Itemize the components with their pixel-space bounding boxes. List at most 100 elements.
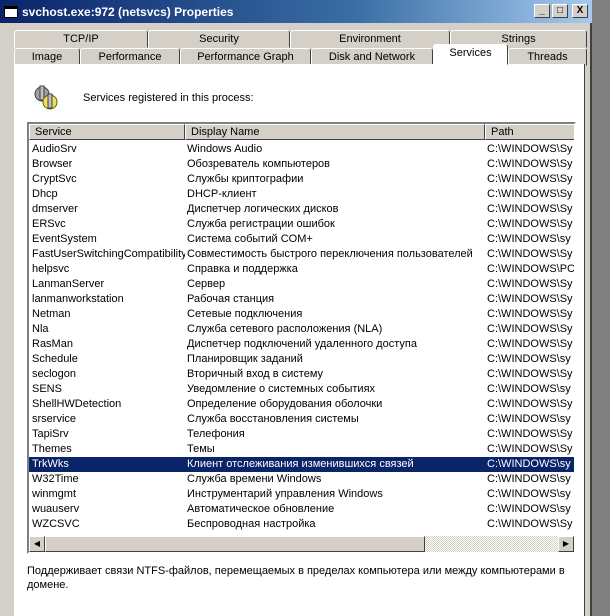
scroll-right-button[interactable]: ▶ <box>558 536 574 552</box>
window-icon <box>4 5 18 18</box>
cell-service: TrkWks <box>32 458 69 470</box>
table-row[interactable]: wuauserv Автоматическое обновление C:\WIND… <box>29 502 574 517</box>
table-row[interactable]: TrkWks Клиент отслеживания изменившихся с… <box>29 457 574 472</box>
table-row[interactable]: lanmanworkstation Рабочая станция C:\WINDO… <box>29 292 574 307</box>
cell-service: seclogon <box>32 368 77 380</box>
table-row[interactable]: Browser Обозреватель компьютеров C:\WINDOW… <box>29 157 574 172</box>
table-row[interactable]: seclogon Вторичный вход в систему C:\WINDO… <box>29 367 574 382</box>
cell-display-name: Службы криптографии <box>187 173 304 185</box>
table-row[interactable]: Themes Темы C:\WINDOWS\Sy <box>29 442 574 457</box>
cell-service: EventSystem <box>32 233 97 245</box>
cell-display-name: Уведомление о системных событиях <box>187 383 376 395</box>
cell-display-name: Служба регистрации ошибок <box>187 218 335 230</box>
cell-display-name: Windows Audio <box>187 143 263 155</box>
table-row[interactable]: AudioSrv Windows Audio C:\WINDOWS\Sy <box>29 142 574 157</box>
cell-service: LanmanServer <box>32 278 105 290</box>
service-description: Поддерживает связи NTFS-файлов, перемеща… <box>27 565 565 591</box>
table-row[interactable]: dmserver Диспетчер логических дисков C:\WI… <box>29 202 574 217</box>
horizontal-scrollbar[interactable]: ◀ ▶ <box>29 536 574 552</box>
cell-display-name: Рабочая станция <box>187 293 275 305</box>
table-row[interactable]: SENS Уведомление о системных событиях C:\W… <box>29 382 574 397</box>
cell-path: C:\WINDOWS\sy <box>487 413 571 425</box>
table-row[interactable]: ShellHWDetection Определение оборудования… <box>29 397 574 412</box>
cell-service: W32Time <box>32 473 79 485</box>
cell-service: srservice <box>32 413 77 425</box>
cell-service: dmserver <box>32 203 78 215</box>
cell-path: C:\WINDOWS\sy <box>487 458 571 470</box>
cell-path: C:\WINDOWS\PC <box>487 263 574 275</box>
table-row[interactable]: srservice Служба восстановления системы C:… <box>29 412 574 427</box>
cell-display-name: Планировщик заданий <box>187 353 303 365</box>
cell-service: Dhcp <box>32 188 58 200</box>
cell-path: C:\WINDOWS\sy <box>487 488 571 500</box>
close-button[interactable]: X <box>572 4 588 18</box>
background-window <box>592 0 610 616</box>
cell-display-name: Определение оборудования оболочки <box>187 398 383 410</box>
cell-path: C:\WINDOWS\sy <box>487 503 571 515</box>
intro-label: Services registered in this process: <box>83 92 254 104</box>
services-gear-icon <box>34 85 58 110</box>
cell-path: C:\WINDOWS\Sy <box>487 158 573 170</box>
cell-path: C:\WINDOWS\Sy <box>487 518 573 530</box>
cell-path: C:\WINDOWS\Sy <box>487 398 573 410</box>
cell-display-name: Совместимость быстрого переключения поль… <box>187 248 473 260</box>
cell-path: C:\WINDOWS\sy <box>487 233 571 245</box>
table-row[interactable]: LanmanServer Сервер C:\WINDOWS\Sy <box>29 277 574 292</box>
cell-display-name: Беспроводная настройка <box>187 518 316 530</box>
cell-path: C:\WINDOWS\Sy <box>487 218 573 230</box>
table-row[interactable]: helpsvc Справка и поддержка C:\WINDOWS\PC <box>29 262 574 277</box>
cell-path: C:\WINDOWS\Sy <box>487 248 573 260</box>
table-row[interactable]: CryptSvc Службы криптографии C:\WINDOWS\Sy <box>29 172 574 187</box>
table-row[interactable]: TapiSrv Телефония C:\WINDOWS\Sy <box>29 427 574 442</box>
table-row[interactable]: Schedule Планировщик заданий C:\WINDOWS\sy <box>29 352 574 367</box>
window-title: svchost.exe:972 (netsvcs) Properties <box>22 4 234 19</box>
table-row[interactable]: Dhcp DHCP-клиент C:\WINDOWS\Sy <box>29 187 574 202</box>
tab-services[interactable]: Services <box>433 44 508 65</box>
table-row[interactable]: EventSystem Система событий COM+ C:\WINDOW… <box>29 232 574 247</box>
table-row[interactable]: WZCSVC Беспроводная настройка C:\WINDOWS\S… <box>29 517 574 532</box>
column-header-path[interactable]: Path <box>485 124 574 140</box>
table-row[interactable]: FastUserSwitchingCompatibility Совместимо… <box>29 247 574 262</box>
cell-path: C:\WINDOWS\Sy <box>487 308 573 320</box>
table-row[interactable]: winmgmt Инструментарий управления Windows… <box>29 487 574 502</box>
cell-display-name: Обозреватель компьютеров <box>187 158 331 170</box>
cell-path: C:\WINDOWS\sy <box>487 473 571 485</box>
cell-path: C:\WINDOWS\Sy <box>487 188 573 200</box>
table-row[interactable]: Netman Сетевые подключения C:\WINDOWS\Sy <box>29 307 574 322</box>
scroll-track[interactable] <box>425 536 558 552</box>
cell-display-name: Система событий COM+ <box>187 233 313 245</box>
tab-security[interactable]: Security <box>148 30 290 48</box>
table-row[interactable]: W32Time Служба времени Windows C:\WINDOWS\… <box>29 472 574 487</box>
services-list[interactable]: Service Display Name Path AudioSrv Window… <box>27 122 576 554</box>
tab-environment[interactable]: Environment <box>290 30 450 48</box>
cell-path: C:\WINDOWS\Sy <box>487 203 573 215</box>
cell-path: C:\WINDOWS\sy <box>487 353 571 365</box>
cell-service: RasMan <box>32 338 73 350</box>
cell-display-name: Инструментарий управления Windows <box>187 488 383 500</box>
table-row[interactable]: RasMan Диспетчер подключений удаленного д… <box>29 337 574 352</box>
minimize-button[interactable]: _ <box>534 4 550 18</box>
cell-path: C:\WINDOWS\Sy <box>487 428 573 440</box>
tab-tcpip[interactable]: TCP/IP <box>14 30 148 48</box>
cell-display-name: Клиент отслеживания изменившихся связей <box>187 458 414 470</box>
cell-service: ShellHWDetection <box>32 398 122 410</box>
cell-display-name: Служба восстановления системы <box>187 413 359 425</box>
list-header: Service Display Name Path <box>29 124 574 140</box>
column-header-display-name[interactable]: Display Name <box>185 124 485 140</box>
cell-service: ERSvc <box>32 218 66 230</box>
cell-display-name: Темы <box>187 443 215 455</box>
cell-path: C:\WINDOWS\Sy <box>487 278 573 290</box>
list-rows: AudioSrv Windows Audio C:\WINDOWS\Sy Browse… <box>29 142 574 532</box>
scroll-left-button[interactable]: ◀ <box>29 536 45 552</box>
table-row[interactable]: ERSvc Служба регистрации ошибок C:\WINDOWS… <box>29 217 574 232</box>
cell-path: C:\WINDOWS\Sy <box>487 443 573 455</box>
cell-service: SENS <box>32 383 62 395</box>
cell-display-name: DHCP-клиент <box>187 188 257 200</box>
table-row[interactable]: Nla Служба сетевого расположения (NLA) C:\… <box>29 322 574 337</box>
scroll-thumb[interactable] <box>45 536 425 552</box>
cell-display-name: Автоматическое обновление <box>187 503 335 515</box>
column-header-service[interactable]: Service <box>29 124 185 140</box>
cell-service: helpsvc <box>32 263 70 275</box>
cell-service: Schedule <box>32 353 78 365</box>
maximize-button[interactable]: □ <box>552 4 568 18</box>
